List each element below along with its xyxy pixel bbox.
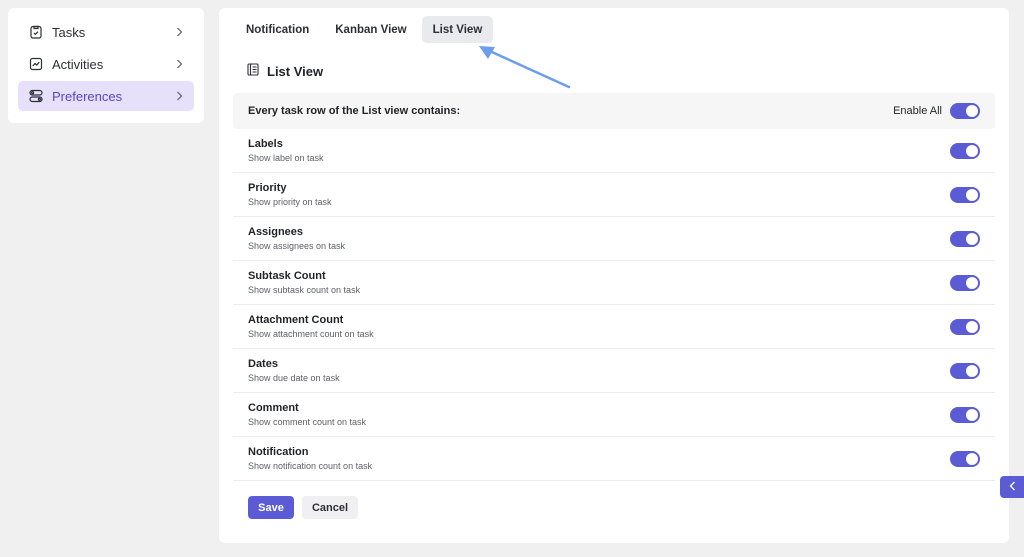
sidebar-item-label: Tasks [52,24,86,40]
setting-row-priority: Priority Show priority on task [233,173,995,217]
subtask-count-toggle[interactable] [950,274,980,291]
priority-toggle[interactable] [950,186,980,203]
chevron-left-icon [1009,478,1016,496]
setting-description: Show priority on task [248,196,332,207]
preferences-toggle-icon [28,88,44,104]
setting-row-labels: Labels Show label on task [233,129,995,173]
sidebar-item-activities[interactable]: Activities [18,49,194,79]
form-actions: Save Cancel [248,496,358,519]
save-button[interactable]: Save [248,496,294,519]
page-title-text: List View [267,63,324,79]
clipboard-icon [28,24,44,40]
tab-kanban-view[interactable]: Kanban View [324,16,417,43]
notification-toggle[interactable] [950,450,980,467]
setting-row-comment: Comment Show comment count on task [233,393,995,437]
setting-row-notification: Notification Show notification count on … [233,437,995,481]
setting-title: Subtask Count [248,269,326,282]
setting-title: Assignees [248,225,304,238]
cancel-button[interactable]: Cancel [302,496,358,519]
comment-toggle[interactable] [950,406,980,423]
setting-row-subtask-count: Subtask Count Show subtask count on task [233,261,995,305]
tab-notification[interactable]: Notification [235,16,320,43]
annotation-arrow [479,46,571,89]
setting-description: Show comment count on task [248,416,367,427]
sidebar-item-preferences[interactable]: Preferences [18,81,194,111]
chevron-right-icon [174,27,184,37]
setting-description: Show notification count on task [248,460,373,471]
enable-all-toggle[interactable] [950,103,980,119]
setting-title: Dates [248,357,278,370]
chevron-right-icon [174,59,184,69]
setting-description: Show due date on task [248,372,340,383]
enable-all-label: Enable All [893,105,942,117]
setting-row-attachment-count: Attachment Count Show attachment count o… [233,305,995,349]
setting-title: Priority [248,181,287,194]
setting-description: Show label on task [248,152,324,163]
setting-title: Labels [248,137,283,150]
list-document-icon [247,63,259,79]
setting-title: Attachment Count [248,313,344,326]
list-header-text: Every task row of the List view contains… [248,105,461,117]
setting-title: Comment [248,401,299,414]
list-header-row: Every task row of the List view contains… [233,93,995,129]
main-panel: Notification Kanban View List View List … [219,8,1009,543]
sidebar-item-tasks[interactable]: Tasks [18,17,194,47]
setting-description: Show attachment count on task [248,328,374,339]
sidebar-item-label: Activities [52,56,104,72]
sidebar-item-label: Preferences [52,88,123,104]
setting-title: Notification [248,445,309,458]
page-title: List View [247,63,323,79]
setting-row-assignees: Assignees Show assignees on task [233,217,995,261]
tab-bar: Notification Kanban View List View [235,16,494,43]
assignees-toggle[interactable] [950,230,980,247]
setting-row-dates: Dates Show due date on task [233,349,995,393]
sidebar: Tasks Activities Preferences [8,8,204,123]
settings-list: Labels Show label on task Priority Show … [233,129,995,481]
attachment-count-toggle[interactable] [950,318,980,335]
setting-description: Show subtask count on task [248,284,361,295]
labels-toggle[interactable] [950,142,980,159]
setting-description: Show assignees on task [248,240,346,251]
dates-toggle[interactable] [950,362,980,379]
collapse-panel-button[interactable] [1000,476,1024,498]
chevron-right-icon [174,91,184,101]
activity-chart-icon [28,56,44,72]
